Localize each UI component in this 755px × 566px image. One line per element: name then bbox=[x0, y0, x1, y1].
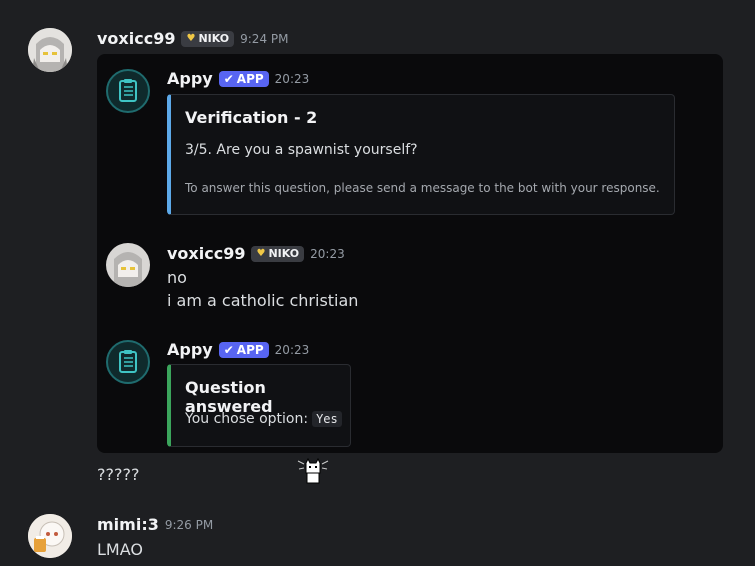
timestamp: 9:26 PM bbox=[164, 517, 214, 532]
bot-name[interactable]: Appy bbox=[167, 69, 213, 88]
answer-embed: Question answered You chose option: Yes bbox=[167, 364, 351, 447]
inner-message-header: voxicc99 ♥ NIKO 20:23 bbox=[167, 244, 345, 263]
timestamp: 20:23 bbox=[274, 71, 310, 86]
message-text: i am a catholic christian bbox=[167, 291, 359, 310]
embed-description: You chose option: Yes bbox=[185, 411, 342, 427]
timestamp: 9:24 PM bbox=[240, 31, 289, 46]
message-header: mimi:3 9:26 PM bbox=[97, 515, 213, 534]
bot-header: Appy ✔ APP 20:23 bbox=[167, 69, 309, 88]
avatar[interactable] bbox=[28, 28, 72, 72]
clipboard-icon bbox=[119, 350, 137, 373]
app-badge-label: APP bbox=[236, 71, 264, 86]
attachment-image[interactable]: Appy ✔ APP 20:23 Verification - 2 3/5. A… bbox=[97, 54, 723, 453]
clipboard-icon bbox=[119, 79, 137, 102]
message-text: no bbox=[167, 268, 187, 287]
timestamp: 20:23 bbox=[310, 246, 345, 261]
bot-avatar bbox=[106, 340, 150, 384]
heart-icon: ♥ bbox=[256, 248, 266, 259]
username: voxicc99 bbox=[167, 244, 246, 263]
avatar bbox=[106, 243, 150, 287]
embed-description: 3/5. Are you a spawnist yourself? bbox=[185, 142, 418, 158]
app-badge-label: APP bbox=[236, 342, 264, 357]
bot-header: Appy ✔ APP 20:23 bbox=[167, 340, 309, 359]
message-text: ????? bbox=[97, 465, 140, 484]
badge-label: NIKO bbox=[268, 247, 300, 260]
checkmark-icon: ✔ bbox=[223, 71, 234, 86]
avatar-image bbox=[106, 243, 150, 287]
message-header: voxicc99 ♥ NIKO 9:24 PM bbox=[97, 29, 288, 48]
bot-avatar bbox=[106, 69, 150, 113]
message-text: LMAO bbox=[97, 540, 143, 559]
avatar-image bbox=[28, 514, 72, 558]
checkmark-icon: ✔ bbox=[223, 342, 234, 357]
timestamp: 20:23 bbox=[274, 342, 310, 357]
bot-name: Appy bbox=[167, 340, 213, 359]
verification-embed: Verification - 2 3/5. Are you a spawnist… bbox=[167, 94, 675, 215]
embed-description-text: You chose option: bbox=[185, 411, 309, 427]
option-code: Yes bbox=[312, 411, 342, 427]
embed-footer: To answer this question, please send a m… bbox=[185, 181, 660, 195]
cat-sticker-icon[interactable] bbox=[295, 455, 331, 489]
heart-icon: ♥ bbox=[186, 33, 196, 44]
username[interactable]: voxicc99 bbox=[97, 29, 175, 48]
app-badge: ✔ APP bbox=[218, 70, 269, 87]
niko-badge[interactable]: ♥ NIKO bbox=[181, 30, 235, 47]
niko-badge: ♥ NIKO bbox=[251, 245, 305, 262]
app-badge: ✔ APP bbox=[218, 341, 269, 358]
badge-label: NIKO bbox=[198, 32, 230, 45]
username[interactable]: mimi:3 bbox=[97, 515, 159, 534]
avatar-image bbox=[28, 28, 72, 72]
avatar[interactable] bbox=[28, 514, 72, 558]
embed-title: Verification - 2 bbox=[185, 108, 318, 127]
